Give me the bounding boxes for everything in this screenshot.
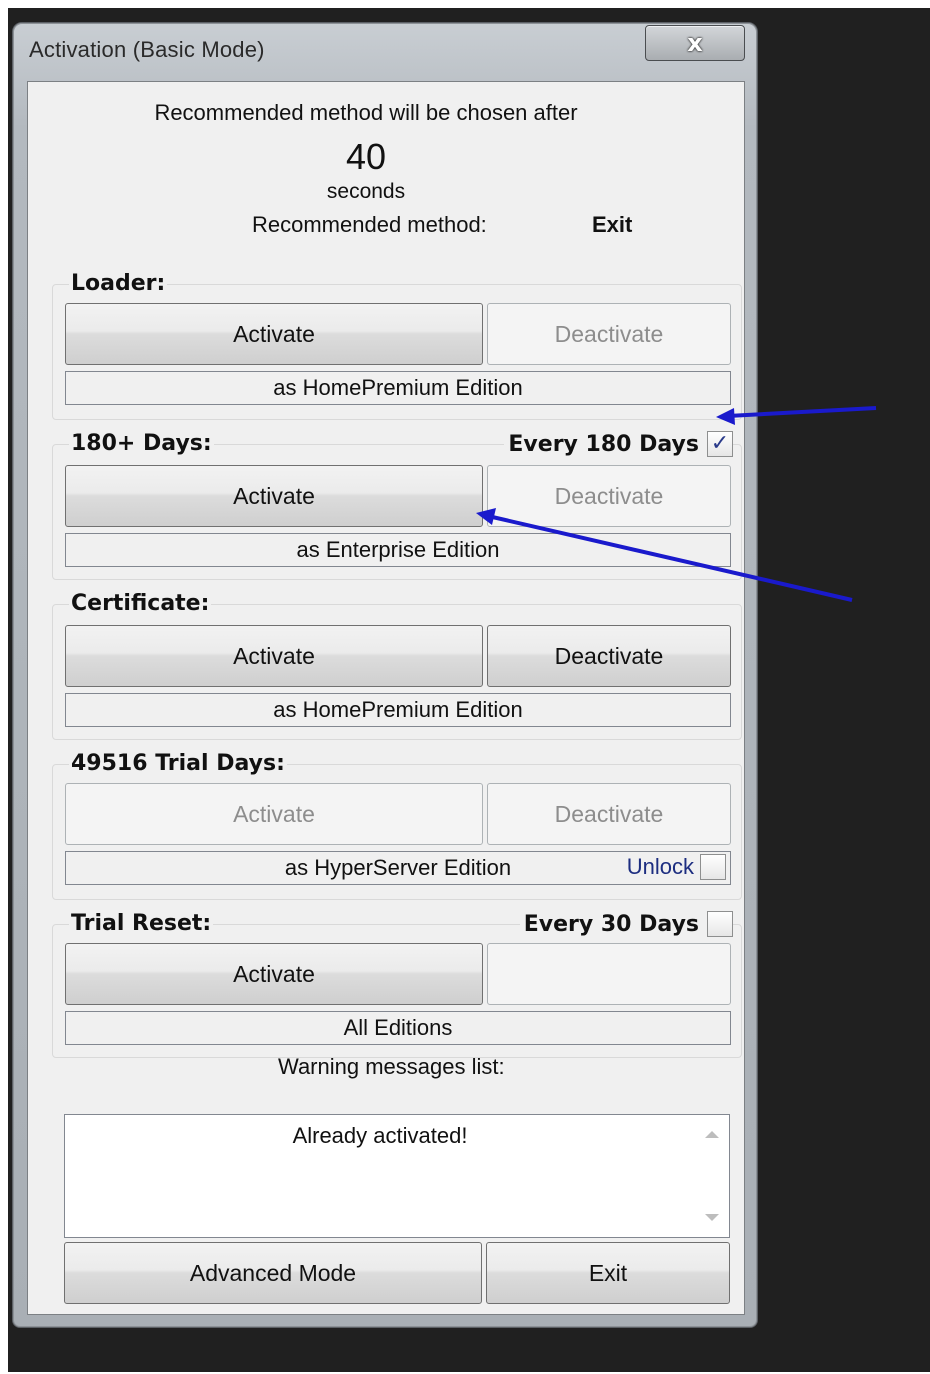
- group-title: Loader:: [69, 271, 168, 296]
- advanced-mode-button[interactable]: Advanced Mode: [64, 1242, 482, 1304]
- group-loader: Loader: Activate Deactivate as HomePremi…: [52, 271, 742, 420]
- group-title: 49516 Trial Days:: [69, 751, 287, 776]
- list-scrollbar[interactable]: [695, 1115, 729, 1237]
- unlock-label: Unlock: [626, 854, 694, 879]
- close-button[interactable]: x: [645, 25, 745, 61]
- trial-days-deactivate-button: Deactivate: [487, 783, 731, 845]
- every-180-days-label: Every 180 Days: [508, 431, 699, 457]
- trial-days-edition-text: as HyperServer Edition: [284, 855, 512, 880]
- close-icon: x: [687, 29, 703, 57]
- loader-deactivate-button: Deactivate: [487, 303, 731, 365]
- warning-messages-list[interactable]: Already activated!: [64, 1114, 730, 1238]
- recommended-method-value: Exit: [592, 212, 633, 237]
- group-trial-days: 49516 Trial Days: Activate Deactivate as…: [52, 751, 742, 900]
- group-180-days: 180+ Days: Every 180 Days ✓ Activate Dea…: [52, 431, 742, 580]
- group-title: Certificate:: [69, 591, 212, 616]
- every-180-days-option[interactable]: Every 180 Days ✓: [504, 431, 733, 457]
- certificate-activate-button[interactable]: Activate: [65, 625, 483, 687]
- certificate-edition-field: as HomePremium Edition: [65, 693, 731, 727]
- loader-activate-button[interactable]: Activate: [65, 303, 483, 365]
- group-trial-reset: Trial Reset: Every 30 Days Activate All …: [52, 911, 742, 1058]
- 180-days-edition-field: as Enterprise Edition: [65, 533, 731, 567]
- activation-window: Activation (Basic Mode) x Recommended me…: [12, 22, 758, 1328]
- unlock-checkbox[interactable]: [700, 854, 726, 880]
- trial-days-edition-field: as HyperServer Edition Unlock: [65, 851, 731, 885]
- 180-days-deactivate-button: Deactivate: [487, 465, 731, 527]
- list-item[interactable]: Already activated!: [65, 1123, 695, 1149]
- scroll-down-icon[interactable]: [705, 1214, 719, 1221]
- group-certificate: Certificate: Activate Deactivate as Home…: [52, 591, 742, 740]
- scroll-up-icon[interactable]: [705, 1131, 719, 1138]
- warning-list-label: Warning messages list:: [278, 1054, 505, 1079]
- recommend-text: Recommended method will be chosen after: [154, 100, 578, 125]
- group-title: 180+ Days:: [69, 431, 214, 456]
- trial-reset-activate-button[interactable]: Activate: [65, 943, 483, 1005]
- trial-days-activate-button: Activate: [65, 783, 483, 845]
- check-icon: ✓: [710, 431, 730, 456]
- window-title: Activation (Basic Mode): [29, 37, 265, 62]
- every-30-days-checkbox[interactable]: [707, 911, 733, 937]
- recommended-method-label: Recommended method:: [252, 212, 487, 237]
- loader-edition-field: as HomePremium Edition: [65, 371, 731, 405]
- every-180-days-checkbox[interactable]: ✓: [707, 431, 733, 457]
- exit-button[interactable]: Exit: [486, 1242, 730, 1304]
- certificate-deactivate-button[interactable]: Deactivate: [487, 625, 731, 687]
- 180-days-activate-button[interactable]: Activate: [65, 465, 483, 527]
- group-title: Trial Reset:: [69, 911, 214, 936]
- countdown-value: 40: [345, 136, 387, 177]
- countdown-unit: seconds: [326, 180, 406, 203]
- every-30-days-option[interactable]: Every 30 Days: [519, 911, 733, 937]
- trial-reset-blank-button[interactable]: [487, 943, 731, 1005]
- unlock-option[interactable]: Unlock: [627, 854, 726, 880]
- trial-reset-edition-field: All Editions: [65, 1011, 731, 1045]
- dialog-client-area: Recommended method will be chosen after …: [27, 81, 745, 1315]
- every-30-days-label: Every 30 Days: [523, 911, 699, 937]
- title-bar[interactable]: Activation (Basic Mode) x: [13, 23, 757, 81]
